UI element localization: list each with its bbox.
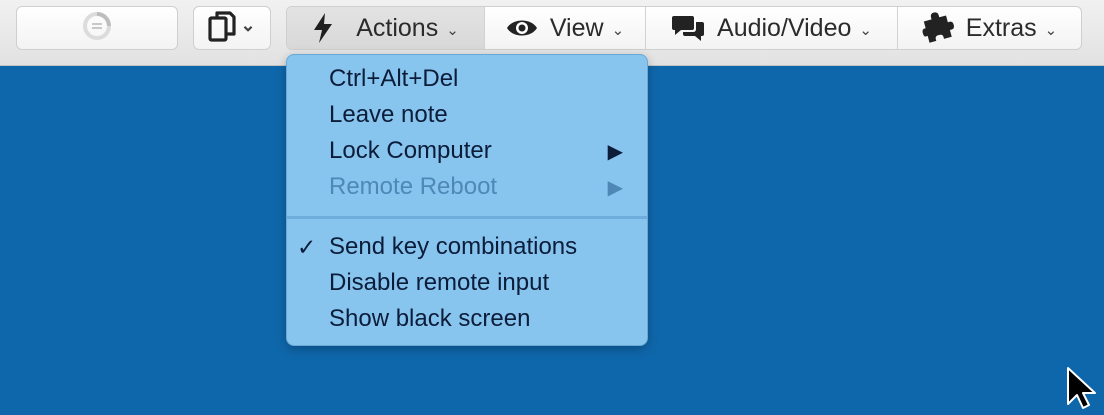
mouse-pointer-icon: [1066, 366, 1098, 415]
submenu-arrow-icon: ▶: [607, 140, 623, 163]
chevron-down-icon: ⌄: [446, 22, 459, 39]
copy-pages-icon: [208, 10, 237, 47]
menu-divider: [287, 216, 647, 219]
chevron-down-icon: ⌄: [1044, 22, 1058, 39]
menu-item-disable-remote-input[interactable]: Disable remote input: [287, 265, 647, 301]
extras-menu-button[interactable]: Extras ⌄: [898, 7, 1081, 49]
toolbar-menu-group: Actions ⌄ View ⌄ Audio/Video ⌄ Extras ⌄: [286, 6, 1082, 50]
menu-item-show-black-screen[interactable]: Show black screen: [287, 301, 647, 337]
menu-item-send-key-combinations[interactable]: ✓ Send key combinations: [287, 229, 647, 265]
chevron-down-icon: ⌄: [859, 22, 872, 39]
menu-item-label: Ctrl+Alt+Del: [329, 65, 459, 92]
checkmark-icon: ✓: [297, 233, 317, 260]
chevron-down-icon: ⌄: [611, 22, 625, 39]
lightning-icon: [312, 12, 334, 44]
actions-dropdown-menu: Ctrl+Alt+Del Leave note Lock Computer ▶ …: [286, 54, 648, 346]
menu-item-label: Disable remote input: [329, 269, 550, 296]
chat-bubbles-icon: [671, 13, 705, 43]
actions-menu-label: Actions: [356, 13, 439, 42]
audio-video-menu-label: Audio/Video: [717, 13, 852, 42]
puzzle-icon: [922, 12, 954, 44]
chevron-down-icon: ⌄: [240, 14, 256, 35]
clipboard-button[interactable]: ⌄: [193, 6, 271, 50]
menu-item-label: Remote Reboot: [329, 173, 498, 200]
menu-item-label: Lock Computer: [329, 137, 492, 164]
actions-menu-button[interactable]: Actions ⌄: [287, 7, 485, 49]
menu-item-remote-reboot: Remote Reboot ▶: [287, 169, 647, 205]
audio-video-menu-button[interactable]: Audio/Video ⌄: [646, 7, 898, 49]
connection-status-button[interactable]: [16, 6, 178, 50]
view-menu-label: View: [549, 13, 604, 42]
menu-item-lock-computer[interactable]: Lock Computer ▶: [287, 133, 647, 169]
extras-menu-label: Extras: [965, 13, 1037, 42]
submenu-arrow-icon: ▶: [607, 176, 623, 199]
loading-spinner-icon: [82, 11, 112, 46]
eye-icon: [506, 17, 538, 39]
view-menu-button[interactable]: View ⌄: [485, 7, 646, 49]
menu-item-label: Show black screen: [329, 305, 531, 332]
menu-item-label: Leave note: [329, 101, 448, 128]
menu-item-leave-note[interactable]: Leave note: [287, 97, 647, 133]
menu-item-label: Send key combinations: [329, 233, 578, 260]
menu-item-ctrl-alt-del[interactable]: Ctrl+Alt+Del: [287, 61, 647, 97]
